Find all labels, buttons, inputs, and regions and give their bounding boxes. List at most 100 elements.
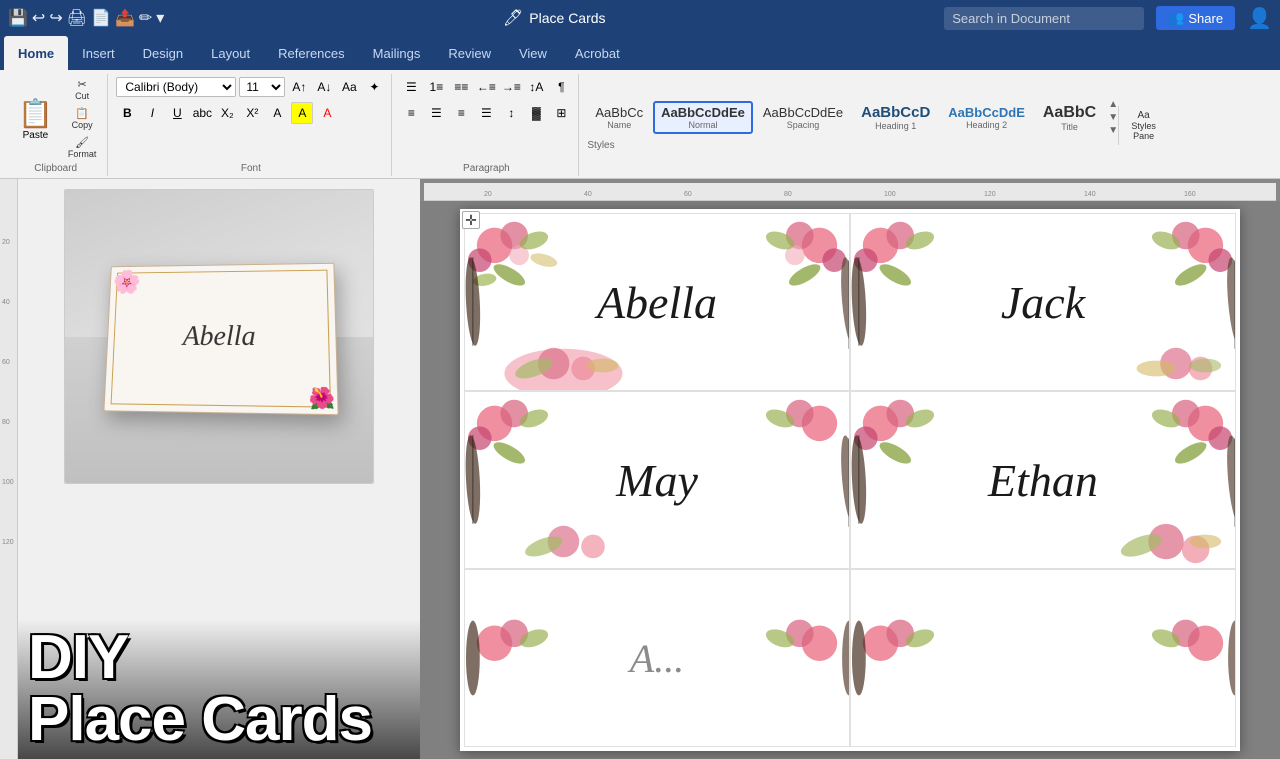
card-name-partial-left: A... — [630, 635, 684, 682]
style-normal[interactable]: AaBbCcDdEe Normal — [653, 101, 753, 134]
shading-button[interactable]: ▓ — [525, 102, 547, 124]
thumb-border — [111, 269, 331, 407]
tab-acrobat[interactable]: Acrobat — [561, 36, 634, 70]
numbering-button[interactable]: 1≡ — [425, 76, 447, 98]
font-color-button[interactable]: A — [266, 102, 288, 124]
ruler-mark-20: 20 — [2, 239, 10, 246]
tab-design[interactable]: Design — [129, 36, 197, 70]
doc-page: ✛ — [460, 209, 1240, 751]
share-button[interactable]: 👥 Share — [1156, 6, 1235, 30]
ruler-mark-60: 60 — [2, 359, 10, 366]
search-input[interactable] — [944, 7, 1144, 30]
strikethrough-button[interactable]: abc — [191, 102, 213, 124]
style-normal-preview: AaBbCcDdEe — [661, 105, 745, 120]
style-normal-label: Normal — [688, 120, 717, 130]
diy-line2: Place Cards — [28, 689, 410, 751]
style-name[interactable]: AaBbCc Name — [587, 101, 651, 134]
tab-layout[interactable]: Layout — [197, 36, 264, 70]
styles-pane-icon: Aa — [1138, 110, 1150, 121]
style-no-spacing[interactable]: AaBbCcDdEe Spacing — [755, 101, 851, 134]
style-heading2[interactable]: AaBbCcDdE Heading 2 — [940, 101, 1033, 134]
bullets-button[interactable]: ☰ — [400, 76, 422, 98]
increase-indent-button[interactable]: →≡ — [500, 76, 522, 98]
align-right-button[interactable]: ≡ — [450, 102, 472, 124]
place-card-may[interactable]: May — [464, 391, 850, 569]
paste-button[interactable]: 📋 Paste — [10, 95, 61, 143]
align-center-button[interactable]: ☰ — [425, 102, 447, 124]
styles-pane-button[interactable]: Aa Styles Pane — [1118, 106, 1168, 145]
font-family-select[interactable]: Calibri (Body) — [116, 77, 236, 97]
align-left-button[interactable]: ≡ — [400, 102, 422, 124]
style-nospacing-label: Spacing — [787, 120, 820, 130]
justify-button[interactable]: ☰ — [475, 102, 497, 124]
multilevel-button[interactable]: ≡≡ — [450, 76, 472, 98]
styles-group: AaBbCc Name AaBbCcDdEe Normal AaBbCcDdEe… — [581, 74, 1174, 176]
user-icon[interactable]: 👤 — [1247, 6, 1272, 31]
title-bar: 💾 ↩ ↪ 🖨 📄 📤 ✏ ▾ 🖊 Place Cards 👥 Share 👤 — [0, 0, 1280, 36]
tab-insert[interactable]: Insert — [68, 36, 129, 70]
style-h2-label: Heading 2 — [966, 120, 1007, 130]
style-title[interactable]: AaBbC Title — [1035, 100, 1104, 136]
line-spacing-button[interactable]: ↕ — [500, 102, 522, 124]
show-formatting-button[interactable]: ¶ — [550, 76, 572, 98]
save-doc-icon[interactable]: 📄 — [91, 8, 111, 28]
font-row-1: Calibri (Body) 11 A↑ A↓ Aa ✦ — [116, 76, 385, 98]
scroll-more-arrow[interactable]: ▼ — [1108, 125, 1118, 136]
superscript-button[interactable]: X² — [241, 102, 263, 124]
tab-view[interactable]: View — [505, 36, 561, 70]
left-panel: 20 40 60 80 100 120 🌸 Abella 🌺 — [0, 179, 420, 759]
cut-button[interactable]: ✂ Cut — [63, 76, 102, 103]
place-card-abella[interactable]: Abella — [464, 213, 850, 391]
copy-button[interactable]: 📋 Copy — [63, 105, 102, 132]
place-card-partial-right[interactable] — [850, 569, 1236, 747]
card-name-abella: Abella — [597, 276, 717, 329]
save-icon[interactable]: 💾 — [8, 8, 28, 28]
ruler-160: 160 — [1184, 191, 1196, 198]
touch-icon[interactable]: ✏ — [139, 8, 152, 28]
style-h1-label: Heading 1 — [875, 121, 916, 131]
document-title: Place Cards — [529, 10, 605, 26]
ruler-100: 100 — [884, 191, 896, 198]
tab-review[interactable]: Review — [434, 36, 505, 70]
tab-home[interactable]: Home — [4, 36, 68, 70]
decrease-font-button[interactable]: A↓ — [313, 76, 335, 98]
decrease-indent-button[interactable]: ←≡ — [475, 76, 497, 98]
text-color-button[interactable]: A — [316, 102, 338, 124]
style-heading1[interactable]: AaBbCcD Heading 1 — [853, 100, 938, 135]
place-card-ethan[interactable]: Ethan — [850, 391, 1236, 569]
thumb-floral-tl: 🌸 — [112, 268, 141, 295]
ruler-mark-80: 80 — [2, 419, 10, 426]
italic-button[interactable]: I — [141, 102, 163, 124]
underline-button[interactable]: U — [166, 102, 188, 124]
thumbnail-bg: 🌸 Abella 🌺 — [65, 190, 373, 483]
more-icon[interactable]: ▾ — [156, 8, 164, 28]
format-painter-button[interactable]: 🖌 Format — [63, 134, 102, 161]
bold-button[interactable]: B — [116, 102, 138, 124]
borders-button[interactable]: ⊞ — [550, 102, 572, 124]
highlight-button[interactable]: A — [291, 102, 313, 124]
tab-mailings[interactable]: Mailings — [359, 36, 435, 70]
style-h2-preview: AaBbCcDdE — [948, 105, 1025, 120]
card-name-ethan: Ethan — [988, 454, 1098, 507]
clear-format-button[interactable]: ✦ — [363, 76, 385, 98]
add-button[interactable]: ✛ — [462, 211, 480, 229]
sort-button[interactable]: ↕A — [525, 76, 547, 98]
print-icon[interactable]: 🖨 — [67, 8, 87, 28]
change-case-button[interactable]: Aa — [338, 76, 360, 98]
paragraph-group: ☰ 1≡ ≡≡ ←≡ →≡ ↕A ¶ ≡ ☰ ≡ ☰ ↕ ▓ ⊞ — [394, 74, 579, 176]
redo-icon[interactable]: ↪ — [49, 8, 62, 28]
styles-scroll: ▲ ▼ ▼ — [1108, 99, 1118, 136]
place-card-partial-left[interactable]: A... — [464, 569, 850, 747]
increase-font-button[interactable]: A↑ — [288, 76, 310, 98]
font-size-select[interactable]: 11 — [239, 77, 285, 97]
scroll-down-arrow[interactable]: ▼ — [1108, 112, 1118, 123]
style-title-label: Title — [1061, 122, 1078, 132]
tab-references[interactable]: References — [264, 36, 358, 70]
scroll-up-arrow[interactable]: ▲ — [1108, 99, 1118, 110]
paste-group: 📋 Paste ✂ Cut 📋 Copy 🖌 Format Clipboard — [4, 74, 108, 176]
undo-icon[interactable]: ↩ — [32, 8, 45, 28]
place-card-jack[interactable]: Jack — [850, 213, 1236, 391]
clipboard-sub: ✂ Cut 📋 Copy 🖌 Format — [63, 76, 102, 161]
subscript-button[interactable]: X₂ — [216, 102, 238, 124]
share2-icon[interactable]: 📤 — [115, 8, 135, 28]
